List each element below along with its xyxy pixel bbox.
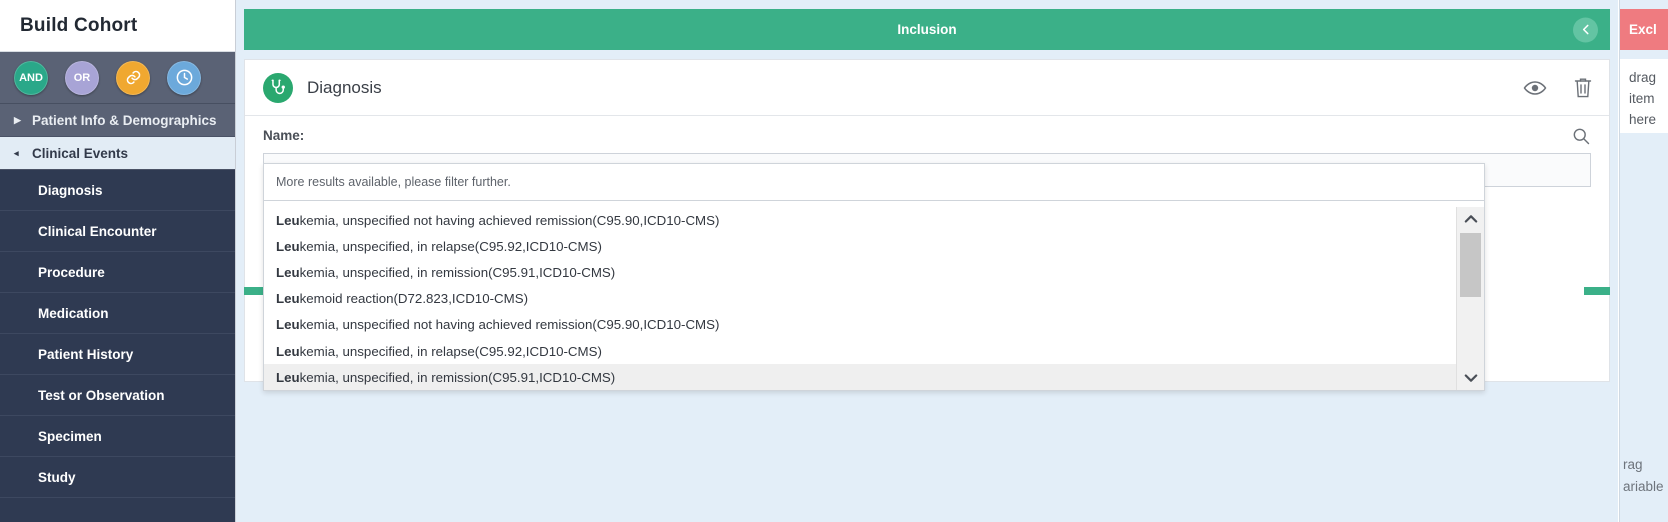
exclusion-title: Excl [1629, 22, 1657, 37]
dropdown-item[interactable]: Leu kemia, unspecified, in relapse(C95.92… [264, 338, 1456, 364]
dropdown-scrollbar[interactable] [1456, 207, 1484, 391]
diagnosis-card-header: Diagnosis [245, 60, 1609, 116]
search-icon[interactable] [1571, 126, 1591, 151]
sidebar-item-study[interactable]: Study [0, 457, 235, 498]
dropdown-item-rest: kemia, unspecified, in relapse(C95.92,IC… [299, 238, 602, 254]
search-glyph [1573, 128, 1590, 145]
sidebar-item-procedure[interactable]: Procedure [0, 252, 235, 293]
dropdown-item-match: Leu [276, 212, 300, 228]
sidebar-item-label: Study [38, 469, 76, 485]
trash-glyph [1574, 78, 1592, 97]
exclusion-drop-zone[interactable]: drag item here [1619, 59, 1668, 133]
app-title-text: Build Cohort [20, 14, 138, 36]
collapse-inclusion-button[interactable] [1573, 17, 1598, 42]
dropdown-notice: More results available, please filter fu… [264, 164, 1484, 201]
footer-hint-line-1: rag [1623, 457, 1643, 472]
sidebar-group-clinical-events-label: Clinical Events [32, 145, 129, 161]
chevron-up-icon [1464, 215, 1477, 223]
inclusion-body: Diagnosis Name: leu More results availab… [236, 50, 1618, 522]
drop-hint-line-2: item [1629, 91, 1655, 106]
sidebar-group-clinical-events[interactable]: ◂ Clinical Events [0, 137, 235, 170]
dropdown-item-selected[interactable]: Leu kemia, unspecified, in remission(C95.… [264, 364, 1456, 391]
sidebar-item-label: Diagnosis [38, 182, 103, 198]
sidebar-item-label: Procedure [38, 264, 105, 280]
or-operator-label: OR [73, 71, 91, 84]
trash-icon[interactable] [1573, 77, 1593, 99]
link-icon [126, 70, 140, 85]
dropdown-item-match: Leu [276, 238, 300, 254]
dropdown-item-match: Leu [276, 343, 300, 359]
sidebar-item-diagnosis[interactable]: Diagnosis [0, 170, 235, 211]
sidebar-item-clinical-encounter[interactable]: Clinical Encounter [0, 211, 235, 252]
diagnosis-card-title: Diagnosis [307, 77, 382, 97]
scroll-down-button[interactable] [1457, 366, 1484, 390]
dropdown-item-match: Leu [276, 317, 300, 333]
dropdown-item-rest: kemia, unspecified, in remission(C95.91,… [299, 264, 616, 280]
chevron-down-icon: ◂ [14, 147, 19, 158]
sidebar-item-label: Patient History [38, 346, 134, 362]
scroll-up-button[interactable] [1457, 207, 1484, 231]
eye-icon[interactable] [1523, 79, 1547, 97]
sidebar-item-label: Medication [38, 305, 109, 321]
dropdown-item[interactable]: Leu kemia, unspecified not having achieve… [264, 312, 1456, 338]
build-cohort-app: Build Cohort AND OR ▶ Patient Info & Dem… [0, 0, 1668, 522]
dropdown-item-rest: kemia, unspecified, in relapse(C95.92,IC… [299, 343, 602, 359]
sidebar: Build Cohort AND OR ▶ Patient Info & Dem… [0, 0, 236, 522]
diagnosis-card: Diagnosis Name: leu More results availab… [244, 59, 1610, 392]
stethoscope-icon [263, 72, 293, 103]
dropdown-list: Leu kemia, unspecified not having achieve… [264, 207, 1484, 391]
chevron-left-icon [1582, 24, 1589, 35]
sidebar-group-patient-info[interactable]: ▶ Patient Info & Demographics [0, 104, 235, 137]
dropdown-item-match: Leu [276, 264, 300, 280]
name-field-label: Name: [263, 128, 305, 143]
operator-toolbar: AND OR [0, 52, 235, 104]
sidebar-item-label: Test or Observation [38, 387, 165, 403]
stethoscope-glyph [271, 79, 285, 95]
clock-icon [176, 69, 192, 86]
autocomplete-dropdown: More results available, please filter fu… [263, 163, 1485, 392]
panel-divider [1619, 0, 1620, 522]
inclusion-title: Inclusion [897, 22, 957, 37]
dropdown-item-rest: kemia, unspecified not having achieved r… [299, 317, 720, 333]
exclusion-header: Excl [1619, 9, 1668, 50]
and-operator-button[interactable]: AND [14, 60, 48, 95]
drop-hint-line-3: here [1629, 112, 1657, 127]
sidebar-item-medication[interactable]: Medication [0, 293, 235, 334]
chevron-right-icon: ▶ [14, 114, 21, 125]
sidebar-item-test-or-observation[interactable]: Test or Observation [0, 375, 235, 416]
dropdown-item[interactable]: Leu kemoid reaction(D72.823,ICD10-CMS) [264, 286, 1456, 312]
scrollbar-thumb[interactable] [1460, 233, 1481, 297]
drop-hint-line-1: drag [1629, 70, 1657, 85]
dropdown-item-rest: kemia, unspecified not having achieved r… [299, 212, 720, 228]
dropdown-item-match: Leu [276, 369, 300, 385]
exclusion-panel: Excl drag item here rag ariable [1618, 0, 1668, 522]
dropdown-item-rest: kemia, unspecified, in remission(C95.91,… [299, 369, 616, 385]
card-actions [1523, 77, 1593, 99]
or-operator-button[interactable]: OR [65, 60, 99, 95]
sidebar-item-label: Clinical Encounter [38, 223, 157, 239]
footer-hint-line-2: ariable [1623, 479, 1664, 494]
exclusion-footer-hint: rag ariable [1619, 454, 1668, 522]
sidebar-item-label: Specimen [38, 428, 102, 444]
temporal-operator-button[interactable] [167, 60, 201, 95]
dropdown-item[interactable]: Leu kemia, unspecified, in remission(C95.… [264, 259, 1456, 285]
link-operator-button[interactable] [116, 60, 150, 95]
dropdown-item[interactable]: Leu kemia, unspecified not having achieve… [264, 207, 1456, 233]
dropdown-item-match: Leu [276, 291, 300, 307]
sidebar-group-patient-info-label: Patient Info & Demographics [32, 112, 217, 128]
dropdown-item-rest: kemoid reaction(D72.823,ICD10-CMS) [299, 291, 528, 307]
eye-glyph [1523, 80, 1547, 95]
inclusion-header: Inclusion [244, 9, 1610, 50]
sidebar-item-patient-history[interactable]: Patient History [0, 334, 235, 375]
and-operator-label: AND [19, 71, 43, 84]
sidebar-item-specimen[interactable]: Specimen [0, 416, 235, 457]
chevron-down-icon [1464, 374, 1477, 383]
inclusion-panel: Inclusion Diagnosis Name: leu More resul… [236, 0, 1618, 522]
app-title: Build Cohort [0, 0, 235, 52]
dropdown-item[interactable]: Leu kemia, unspecified, in relapse(C95.92… [264, 233, 1456, 259]
connector-tab-right [1584, 287, 1610, 295]
